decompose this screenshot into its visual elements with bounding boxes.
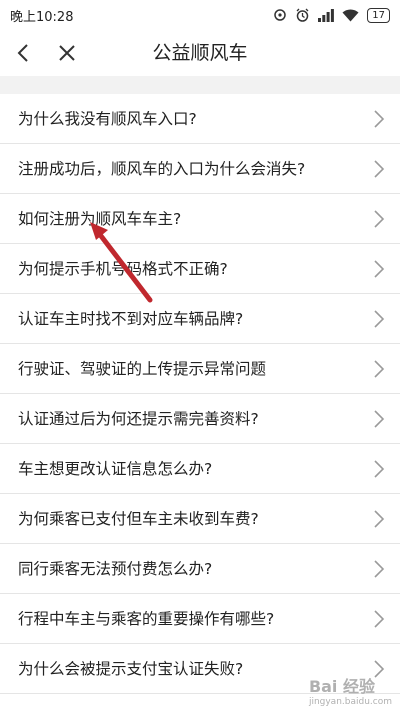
list-item[interactable]: 如何注册为顺风车车主?	[0, 194, 400, 244]
list-item-label: 认证通过后为何还提示需完善资料?	[18, 410, 259, 428]
list-item[interactable]: 为何乘客已支付但车主未收到车费?	[0, 494, 400, 544]
list-item-label: 为什么我没有顺风车入口?	[18, 110, 197, 128]
watermark: Bai 经验 jingyan.baidu.com	[309, 673, 392, 707]
status-bar: 晚上10:28 17	[0, 0, 400, 30]
circle-icon	[273, 8, 287, 22]
chevron-right-icon	[374, 460, 385, 478]
list-item-label: 为什么会被提示支付宝认证失败?	[18, 660, 244, 678]
watermark-subtext: jingyan.baidu.com	[308, 697, 392, 707]
list-item[interactable]: 认证车主时找不到对应车辆品牌?	[0, 294, 400, 344]
signal-icon	[318, 8, 335, 22]
list-item[interactable]: 为何提示手机号码格式不正确?	[0, 244, 400, 294]
chevron-right-icon	[374, 410, 385, 428]
chevron-left-icon	[17, 44, 28, 62]
close-icon	[59, 45, 75, 61]
faq-list: 为什么我没有顺风车入口? 注册成功后，顺风车的入口为什么会消失? 如何注册为顺风车车…	[0, 94, 400, 711]
list-item-label: 为何乘客已支付但车主未收到车费?	[18, 510, 259, 528]
chevron-right-icon	[374, 510, 385, 528]
list-item-label: 为何提示手机号码格式不正确?	[18, 260, 228, 278]
battery-icon: 17	[367, 7, 390, 23]
list-item[interactable]: 为什么我没有顺风车入口?	[0, 94, 400, 144]
close-button[interactable]	[52, 38, 82, 68]
list-item[interactable]: 行程中车主与乘客的重要操作有哪些?	[0, 594, 400, 644]
list-item[interactable]: 注册成功后，顺风车的入口为什么会消失?	[0, 144, 400, 194]
list-item-label: 认证车主时找不到对应车辆品牌?	[18, 310, 244, 328]
alarm-icon	[295, 8, 310, 23]
back-button[interactable]	[8, 38, 38, 68]
chevron-right-icon	[374, 360, 385, 378]
title-bar: 公益顺风车	[0, 30, 400, 76]
watermark-text: Bai 经验	[308, 677, 375, 696]
list-item[interactable]: 认证通过后为何还提示需完善资料?	[0, 394, 400, 444]
list-item-label: 同行乘客无法预付费怎么办?	[18, 560, 213, 578]
chevron-right-icon	[374, 110, 385, 128]
list-item[interactable]: 同行乘客无法预付费怎么办?	[0, 544, 400, 594]
list-item-label: 行程中车主与乘客的重要操作有哪些?	[18, 610, 275, 628]
status-icons: 17	[273, 7, 390, 23]
wifi-icon	[342, 9, 359, 22]
chevron-right-icon	[374, 560, 385, 578]
chevron-right-icon	[374, 260, 385, 278]
chevron-right-icon	[374, 210, 385, 228]
list-item-label: 车主想更改认证信息怎么办?	[18, 460, 213, 478]
list-item-label: 注册成功后，顺风车的入口为什么会消失?	[18, 160, 306, 178]
status-time: 晚上10:28	[10, 9, 74, 25]
chevron-right-icon	[374, 160, 385, 178]
list-item-label: 如何注册为顺风车车主?	[18, 210, 182, 228]
list-item[interactable]: 车主想更改认证信息怎么办?	[0, 444, 400, 494]
list-item-label: 行驶证、驾驶证的上传提示异常问题	[18, 360, 267, 378]
chevron-right-icon	[374, 310, 385, 328]
list-item[interactable]: 行驶证、驾驶证的上传提示异常问题	[0, 344, 400, 394]
chevron-right-icon	[374, 610, 385, 628]
